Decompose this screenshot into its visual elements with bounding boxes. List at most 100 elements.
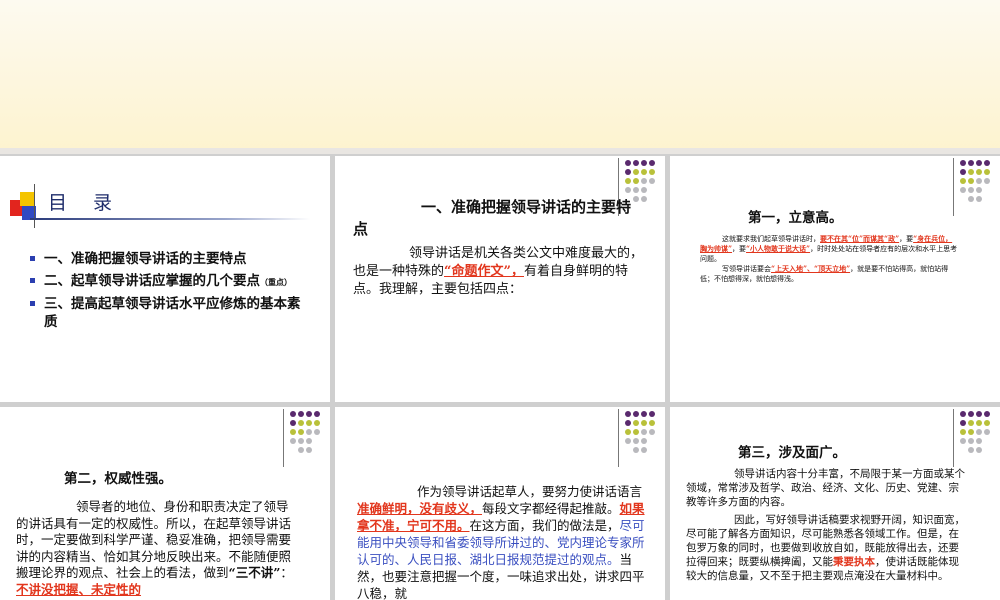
decor-dot [625, 438, 631, 444]
slide-body: 领导讲话是机关各类公文中难度最大的，也是一种特殊的“命题作文”，有着自身鲜明的特… [353, 245, 643, 299]
dots-decoration [960, 160, 994, 208]
decor-dot [984, 169, 990, 175]
decor-dot [641, 411, 647, 417]
dots-decoration [960, 411, 994, 459]
bullet-square-icon [30, 256, 35, 261]
decor-dot [976, 160, 982, 166]
decor-dot [976, 169, 982, 175]
decor-dot [968, 187, 974, 193]
toc-item-3[interactable]: 三、提高起草领导讲话水平应修炼的基本素质 [30, 295, 310, 331]
decor-dot [625, 420, 631, 426]
decor-dot [625, 160, 631, 166]
slide-authority[interactable]: 第二，权威性强。 领导者的地位、身份和职责决定了领导的讲话具有一定的权威性。所以… [0, 407, 330, 600]
decor-dot [306, 411, 312, 417]
toc-item-1[interactable]: 一、准确把握领导讲话的主要特点 [30, 250, 310, 268]
toc-item-text: 二、起草领导讲话应掌握的几个要点 [44, 273, 260, 289]
decor-dot [314, 411, 320, 417]
decor-dot [984, 420, 990, 426]
decor-dot [633, 438, 639, 444]
decor-dot [649, 169, 655, 175]
decor-dot [976, 196, 982, 202]
logo-line [34, 184, 35, 228]
decor-dot [306, 438, 312, 444]
decor-dot [314, 429, 320, 435]
decor-dot [625, 429, 631, 435]
slide-main-features[interactable]: 一、准确把握领导讲话的主要特点 领导讲话是机关各类公文中难度最大的，也是一种特殊… [335, 156, 665, 402]
body-bold: “三不讲” [228, 565, 281, 580]
slide-body-1: 领导讲话内容十分丰富，不局限于某一方面或某个领域，常常涉及哲学、政治、经济、文化… [686, 467, 966, 509]
decor-dot [968, 160, 974, 166]
dots-decoration [290, 411, 324, 459]
decor-line [953, 158, 954, 216]
decor-dot [976, 438, 982, 444]
bullet-square-icon [30, 301, 35, 306]
decor-dot [960, 411, 966, 417]
decor-dot [641, 438, 647, 444]
body-emphasis: 要不在其“位”而谋其“政” [820, 234, 900, 243]
decor-dot [960, 160, 966, 166]
decor-dot [968, 169, 974, 175]
decor-dot [976, 411, 982, 417]
slide-language-accuracy[interactable]: 作为领导讲话起草人，要努力使讲话语言准确鲜明，没有歧义，每段文字都经得起推敲。如… [335, 407, 665, 600]
decor-dot [960, 420, 966, 426]
decor-dot [625, 178, 631, 184]
decor-dot [976, 187, 982, 193]
decor-dot [968, 196, 974, 202]
slide-high-conception[interactable]: 第一，立意高。 这就要求我们起草领导讲话时，要不在其“位”而谋其“政”，要“身在… [670, 156, 1000, 402]
dots-decoration [625, 411, 659, 459]
decor-dot [641, 178, 647, 184]
body-text: 在这方面，我们的做法是， [469, 518, 620, 533]
decor-dot [290, 420, 296, 426]
decor-dot [649, 160, 655, 166]
decor-dot [298, 438, 304, 444]
toc-list: 一、准确把握领导讲话的主要特点 二、起草领导讲话应掌握的几个要点（重点） 三、提… [30, 250, 310, 335]
bullet-square-icon [30, 278, 35, 283]
decor-dot [649, 420, 655, 426]
slide-heading: 第一，立意高。 [748, 210, 843, 226]
decor-dot [960, 169, 966, 175]
decor-dot [306, 420, 312, 426]
decor-line [953, 409, 954, 467]
decor-dot [633, 429, 639, 435]
decor-dot [968, 420, 974, 426]
body-emphasis: 秉要执本 [833, 556, 875, 568]
decor-dot [984, 160, 990, 166]
body-emphasis: “上天入地”、“顶天立地” [771, 264, 851, 273]
decor-dot [649, 411, 655, 417]
body-text: ，要 [899, 235, 914, 243]
decor-dot [298, 429, 304, 435]
toc-item-2[interactable]: 二、起草领导讲话应掌握的几个要点（重点） [30, 272, 310, 291]
decor-dot [306, 447, 312, 453]
decor-dot [641, 420, 647, 426]
decor-dot [976, 178, 982, 184]
decor-line [618, 409, 619, 467]
decor-dot [314, 420, 320, 426]
decor-dot [306, 429, 312, 435]
decor-dot [984, 178, 990, 184]
toc-item-text: 三、提高起草领导讲话水平应修炼的基本素质 [44, 296, 301, 330]
body-text: 写领导讲话要会 [722, 265, 771, 273]
slide-body-2: 写领导讲话要会“上天入地”、“顶天立地”，就是要不怕站得高，就怕站得低；不怕想得… [700, 264, 958, 284]
decor-dot [298, 411, 304, 417]
decor-dot [968, 447, 974, 453]
decor-dot [968, 411, 974, 417]
body-text: 这就要求我们起草领导讲话时， [722, 235, 820, 243]
decor-dot [290, 411, 296, 417]
body-emphasis: 准确鲜明，没有歧义， [357, 501, 483, 516]
decor-dot [976, 429, 982, 435]
slide-heading: 第三，涉及面广。 [738, 445, 846, 461]
slide-table-of-contents[interactable]: 目 录 一、准确把握领导讲话的主要特点 二、起草领导讲话应掌握的几个要点（重点）… [0, 156, 330, 402]
body-emphasis: “命题作文”， [444, 264, 524, 279]
decor-dot [984, 429, 990, 435]
slide-heading: 第二，权威性强。 [64, 471, 172, 487]
decor-dot [633, 178, 639, 184]
decor-dot [960, 187, 966, 193]
body-text: 领导讲话内容十分丰富，不局限于某一方面或某个领域，常常涉及哲学、政治、经济、文化… [686, 468, 965, 508]
decor-dot [633, 160, 639, 166]
slide-broad-scope[interactable]: 第三，涉及面广。 领导讲话内容十分丰富，不局限于某一方面或某个领域，常常涉及哲学… [670, 407, 1000, 600]
decor-dot [641, 187, 647, 193]
slide-body-2: 因此，写好领导讲话稿要求视野开阔，知识面宽，尽可能了解各方面知识，尽可能熟悉各领… [686, 513, 966, 583]
decor-dot [976, 447, 982, 453]
decor-dot [633, 169, 639, 175]
decor-dot [968, 178, 974, 184]
